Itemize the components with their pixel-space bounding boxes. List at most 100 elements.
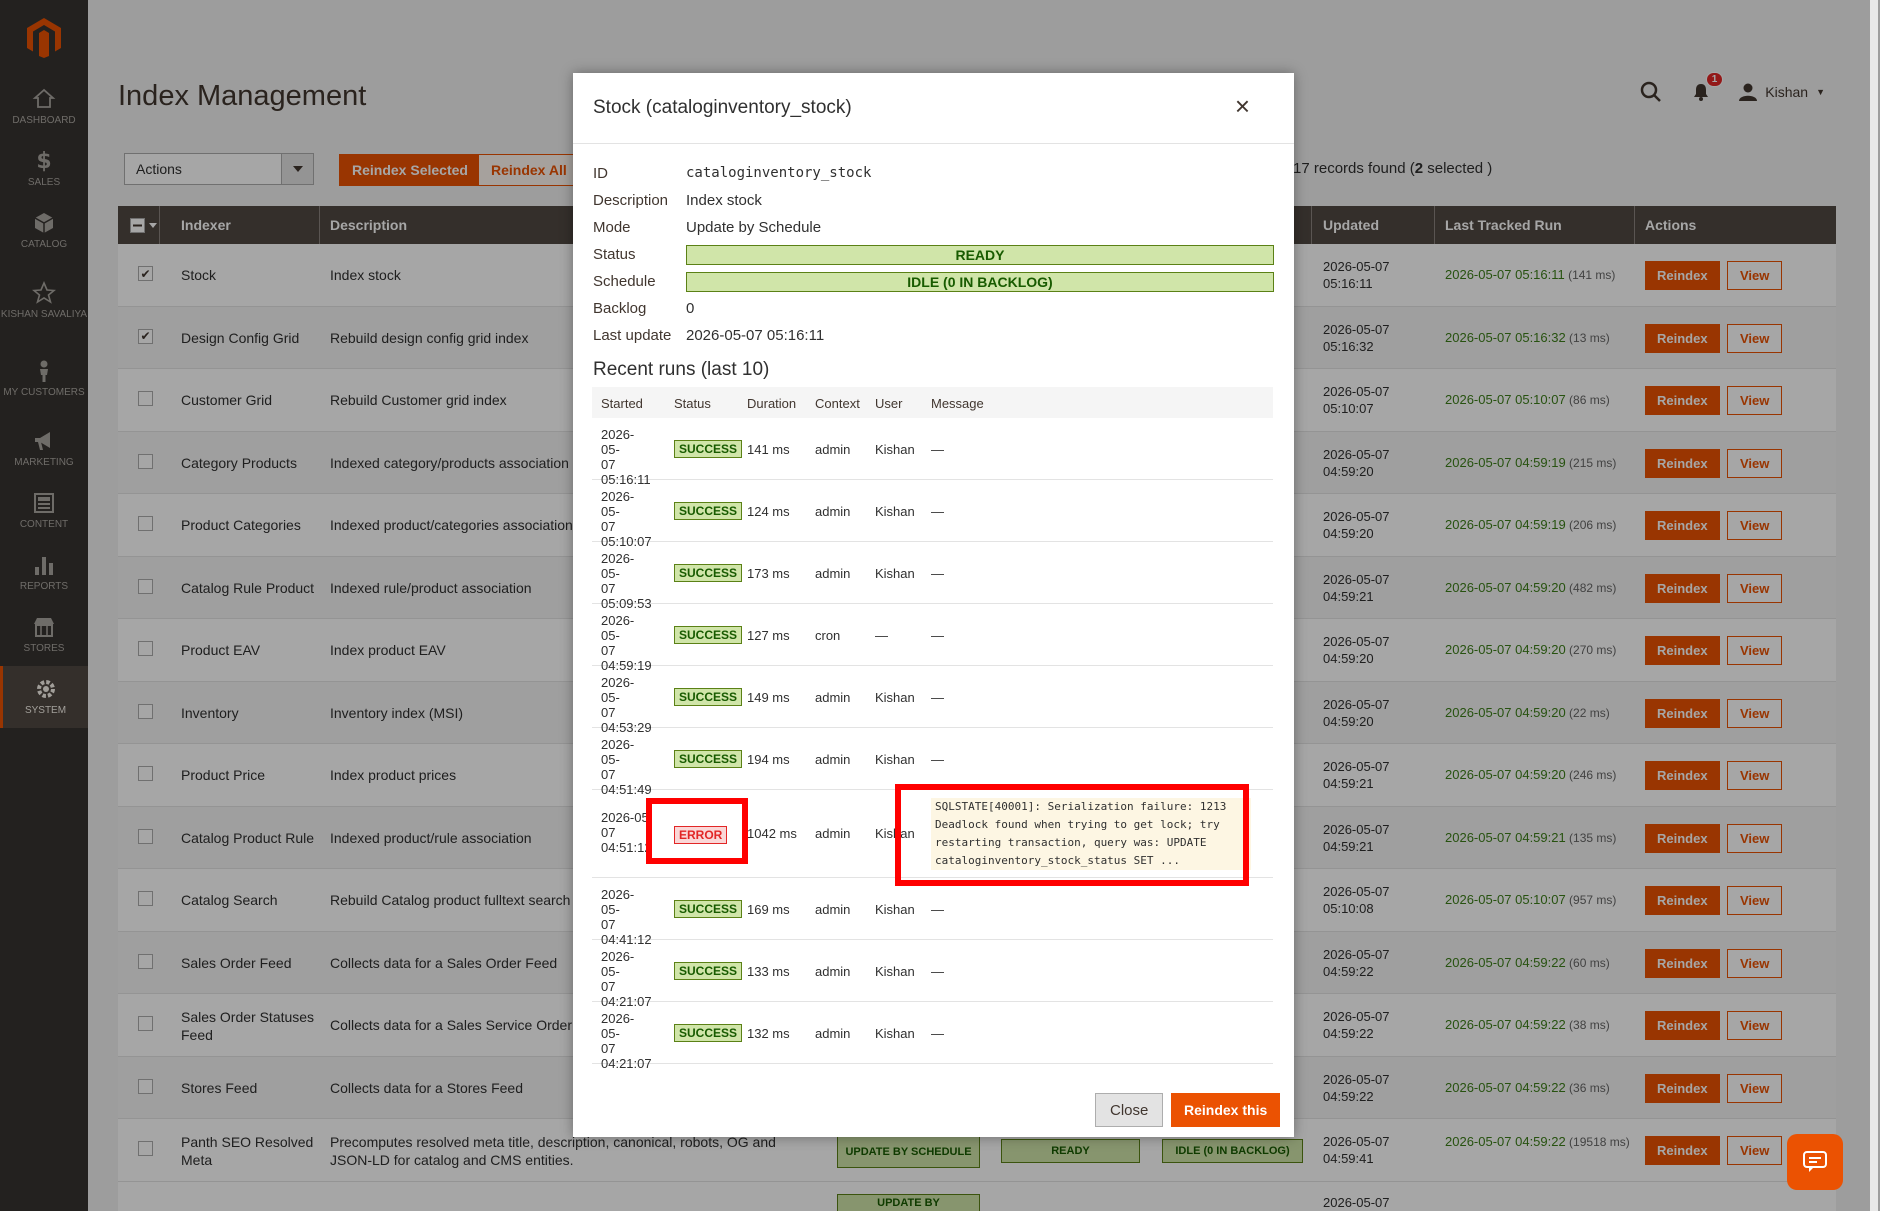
run-context: admin (815, 504, 851, 519)
run-context: admin (815, 902, 851, 917)
schedule-badge: IDLE (0 IN BACKLOG) (686, 272, 1274, 292)
run-message: — (931, 964, 944, 979)
runs-col-status: Status (674, 396, 711, 411)
run-started: 2026-05- 07 05:16:11 (601, 427, 651, 487)
backlog-value: 0 (686, 300, 695, 317)
run-message: — (931, 504, 944, 519)
run-message: — (931, 566, 944, 581)
run-duration: 127 ms (747, 628, 790, 643)
run-row: 2026-05- 07 04:21:07 SUCCESS 133 ms admin Ki… (592, 940, 1273, 1009)
mode-label: Mode (593, 219, 631, 236)
run-row: 2026-05- 07 04:41:12 SUCCESS 169 ms admin Ki… (592, 878, 1273, 947)
run-row: 2026-05- 07 05:09:53 SUCCESS 173 ms admin Ki… (592, 542, 1273, 611)
run-status-badge: SUCCESS (674, 750, 743, 768)
run-started: 2026-05- 07 05:10:07 (601, 489, 652, 549)
close-icon[interactable]: × (1235, 93, 1250, 119)
mode-value: Update by Schedule (686, 219, 822, 236)
run-duration: 124 ms (747, 504, 790, 519)
description-value: Index stock (686, 192, 762, 209)
run-context: admin (815, 442, 851, 457)
close-button[interactable]: Close (1095, 1093, 1164, 1127)
run-duration: 1042 ms (747, 826, 797, 841)
run-user: Kishan (875, 690, 915, 705)
last-update-label: Last update (593, 327, 672, 344)
run-started: 2026-05- 07 04:41:12 (601, 887, 652, 947)
run-context: admin (815, 964, 851, 979)
status-badge: READY (686, 245, 1274, 265)
run-started: 2026-05- 07 04:59:19 (601, 613, 652, 673)
run-row: 2026-05- 07 04:21:07 SUCCESS 132 ms admin Ki… (592, 1002, 1273, 1071)
run-user: Kishan (875, 964, 915, 979)
run-duration: 141 ms (747, 442, 790, 457)
run-message: — (931, 442, 944, 457)
run-context: cron (815, 628, 841, 643)
run-status-badge: SUCCESS (674, 626, 743, 644)
run-context: admin (815, 690, 851, 705)
run-started: 2026-05- 07 04:51:49 (601, 737, 652, 797)
error-status-highlight (646, 798, 748, 864)
run-user: Kishan (875, 442, 915, 457)
schedule-label: Schedule (593, 273, 656, 290)
run-duration: 149 ms (747, 690, 790, 705)
run-user: Kishan (875, 504, 915, 519)
id-value: cataloginventory_stock (686, 165, 872, 181)
run-status-badge: SUCCESS (674, 962, 743, 980)
chat-button[interactable] (1787, 1134, 1843, 1190)
run-status-badge: SUCCESS (674, 900, 743, 918)
run-duration: 133 ms (747, 964, 790, 979)
run-started: 2026-05- 07 04:53:29 (601, 675, 652, 735)
page-scrollbar[interactable] (1870, 0, 1878, 1211)
run-context: admin (815, 826, 851, 841)
run-context: admin (815, 566, 851, 581)
runs-col-context: Context (815, 396, 860, 411)
run-started: 2026-05- 07 05:09:53 (601, 551, 652, 611)
run-status-badge: SUCCESS (674, 688, 743, 706)
run-duration: 169 ms (747, 902, 790, 917)
indexer-details-modal: Stock (cataloginventory_stock) × ID catal… (573, 73, 1294, 1137)
run-duration: 132 ms (747, 1026, 790, 1041)
error-message-highlight (895, 784, 1249, 886)
backlog-label: Backlog (593, 300, 647, 317)
runs-col-duration: Duration (747, 396, 797, 411)
modal-title: Stock (cataloginventory_stock) (593, 97, 852, 118)
indexer-info: ID cataloginventory_stock Description Inde… (593, 161, 1274, 350)
run-user: Kishan (875, 566, 915, 581)
run-status-badge: SUCCESS (674, 1024, 743, 1042)
run-row: 2026-05- 07 05:16:11 SUCCESS 141 ms admin Ki… (592, 418, 1273, 487)
recent-runs-table: Started Status Duration Context User Mes… (592, 387, 1273, 1071)
last-update-value: 2026-05-07 05:16:11 (686, 327, 825, 344)
run-user: Kishan (875, 902, 915, 917)
run-row: 2026-05- 07 05:10:07 SUCCESS 124 ms admin Ki… (592, 480, 1273, 549)
runs-col-user: User (875, 396, 903, 411)
run-status-badge: SUCCESS (674, 564, 743, 582)
status-label: Status (593, 246, 636, 263)
recent-runs-title: Recent runs (last 10) (593, 359, 770, 380)
reindex-this-button[interactable]: Reindex this (1171, 1093, 1281, 1127)
chat-icon (1803, 1151, 1827, 1172)
run-status-badge: SUCCESS (674, 440, 743, 458)
run-message: — (931, 902, 944, 917)
runs-col-message: Message (931, 396, 984, 411)
description-label: Description (593, 192, 669, 209)
run-started: 2026-05- 07 04:21:07 (601, 1011, 652, 1071)
run-message: — (931, 752, 944, 767)
run-status-badge: SUCCESS (674, 502, 743, 520)
run-duration: 173 ms (747, 566, 790, 581)
run-message: — (931, 628, 944, 643)
run-row: 2026-05- 07 04:51:49 SUCCESS 194 ms admin Ki… (592, 728, 1273, 797)
run-started: 2026-05 07 04:51:12 (601, 810, 652, 855)
run-message: — (931, 690, 944, 705)
run-user: Kishan (875, 1026, 915, 1041)
run-duration: 194 ms (747, 752, 790, 767)
runs-header: Started Status Duration Context User Mes… (592, 387, 1273, 418)
id-label: ID (593, 165, 608, 182)
run-row: 2026-05- 07 04:59:19 SUCCESS 127 ms cron — — (592, 604, 1273, 673)
runs-col-started: Started (601, 396, 643, 411)
run-context: admin (815, 752, 851, 767)
run-message: — (931, 1026, 944, 1041)
run-row: 2026-05- 07 04:53:29 SUCCESS 149 ms admin Ki… (592, 666, 1273, 735)
run-context: admin (815, 1026, 851, 1041)
run-user: — (875, 628, 888, 643)
run-user: Kishan (875, 752, 915, 767)
run-started: 2026-05- 07 04:21:07 (601, 949, 652, 1009)
